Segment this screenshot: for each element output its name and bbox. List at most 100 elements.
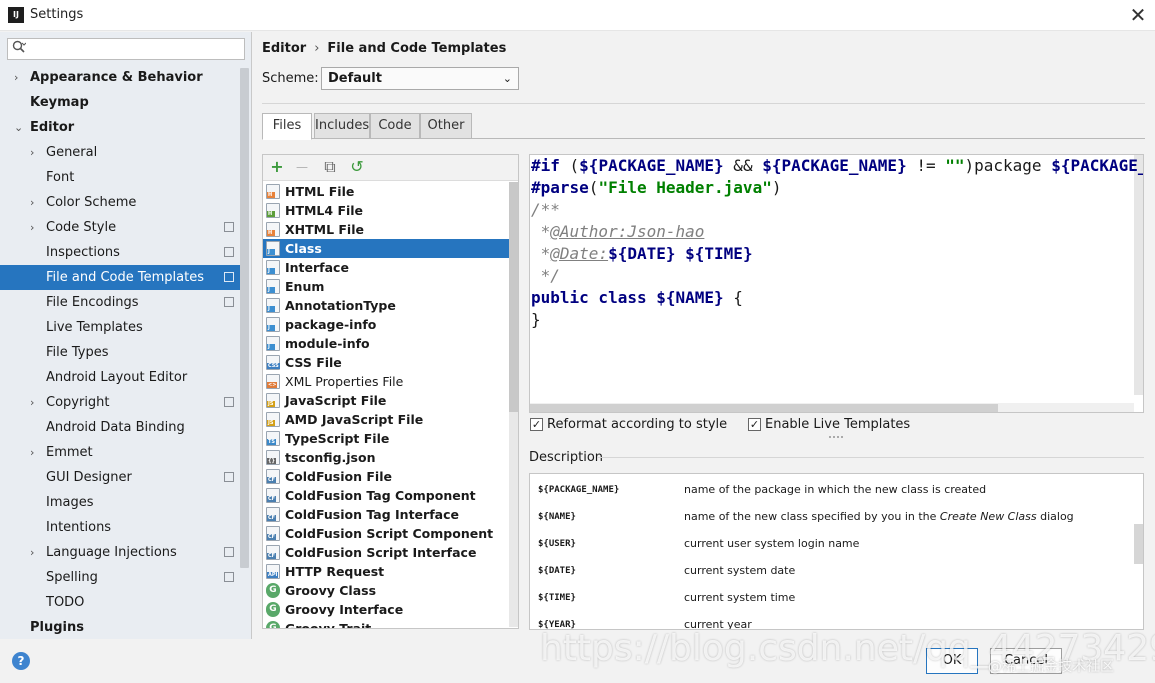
sidebar-item-keymap[interactable]: Keymap [0,90,240,115]
template-item[interactable]: <> XML Properties File [263,372,509,391]
reformat-checkbox[interactable]: ✓ Reformat according to style [530,417,730,433]
search-input[interactable] [7,38,245,60]
chevron-right-icon[interactable]: › [30,540,34,565]
sidebar-item-gui-designer[interactable]: GUI Designer [0,465,240,490]
live-templates-checkbox[interactable]: ✓ Enable Live Templates [748,417,918,433]
sidebar-item-live-templates[interactable]: Live Templates [0,315,240,340]
list-scrollbar[interactable] [509,182,518,627]
sidebar-item-todo[interactable]: TODO [0,590,240,615]
chevron-down-icon[interactable]: ⌄ [14,115,23,140]
template-item[interactable]: J AnnotationType [263,296,509,315]
template-item[interactable]: CF ColdFusion Script Component [263,524,509,543]
chevron-right-icon[interactable]: › [30,140,34,165]
add-icon[interactable]: + [268,158,286,176]
sidebar-item-intentions[interactable]: Intentions [0,515,240,540]
template-item[interactable]: Jpackage-info [263,315,509,334]
code-line[interactable]: #if (${PACKAGE_NAME} && ${PACKAGE_NAME} … [531,155,1143,177]
close-icon[interactable]: ✕ [1124,1,1152,29]
template-item[interactable]: J Enum [263,277,509,296]
scheme-dropdown[interactable]: Default ⌄ [321,67,519,90]
template-item[interactable]: H HTML4 File [263,201,509,220]
sidebar-item-emmet[interactable]: › Emmet [0,440,240,465]
template-code-editor[interactable]: #if (${PACKAGE_NAME} && ${PACKAGE_NAME} … [529,154,1144,413]
file-type-tag: JS [267,420,275,426]
template-item[interactable]: CF ColdFusion Tag Component [263,486,509,505]
project-settings-icon [224,547,234,557]
template-item[interactable]: JS AMD JavaScript File [263,410,509,429]
sidebar-item-color-scheme[interactable]: › Color Scheme [0,190,240,215]
sidebar-item-file-types[interactable]: File Types [0,340,240,365]
template-item[interactable]: CF ColdFusion File [263,467,509,486]
tab-other[interactable]: Other [420,113,472,139]
template-item[interactable]: Jmodule-info [263,334,509,353]
sidebar-item-file-and-code-templates[interactable]: File and Code Templates [0,265,240,290]
checkbox-live-templates-box[interactable]: ✓ [748,418,761,431]
code-line[interactable]: /** [531,199,560,221]
template-name: CSS File [285,355,342,370]
reset-icon[interactable]: ↺ [348,158,366,176]
code-line[interactable]: *@Date:${DATE} ${TIME} [531,243,753,265]
chevron-right-icon[interactable]: › [14,65,18,90]
help-icon[interactable]: ? [12,652,30,670]
project-settings-icon [224,472,234,482]
chevron-right-icon[interactable]: › [30,190,34,215]
sidebar-item-font[interactable]: Font [0,165,240,190]
splitter-grip-icon[interactable] [829,436,843,440]
chevron-right-icon[interactable]: › [30,390,34,415]
template-item[interactable]: G Groovy Trait [263,619,509,628]
sidebar-item-code-style[interactable]: › Code Style [0,215,240,240]
code-line[interactable]: public class ${NAME} { [531,287,743,309]
template-item[interactable]: CF ColdFusion Tag Interface [263,505,509,524]
sidebar-scrollbar[interactable] [240,68,249,568]
ok-button[interactable]: OK [926,648,978,674]
breadcrumb-section[interactable]: Editor [262,41,306,56]
sidebar-item-spelling[interactable]: Spelling [0,565,240,590]
template-name: XHTML File [285,222,364,237]
tab-code[interactable]: Code [370,113,420,139]
editor-hscroll-thumb[interactable] [530,404,998,412]
template-item[interactable]: G Groovy Class [263,581,509,600]
cancel-button[interactable]: Cancel [990,648,1062,674]
sidebar-item-editor[interactable]: ⌄ Editor [0,115,240,140]
sidebar-item-android-layout-editor[interactable]: Android Layout Editor [0,365,240,390]
sidebar-item-appearance-behavior[interactable]: › Appearance & Behavior [0,65,240,90]
template-item[interactable]: JS JavaScript File [263,391,509,410]
code-token: #if [531,156,560,175]
tab-includes[interactable]: Includes [314,113,370,139]
remove-icon[interactable]: — [293,158,311,176]
template-item[interactable]: G Groovy Interface [263,600,509,619]
template-item[interactable]: TS TypeScript File [263,429,509,448]
template-item[interactable]: API HTTP Request [263,562,509,581]
code-line[interactable]: */ [531,265,560,287]
sidebar-item-android-data-binding[interactable]: Android Data Binding [0,415,240,440]
tab-files[interactable]: Files [262,113,312,140]
sidebar-item-copyright[interactable]: › Copyright [0,390,240,415]
project-settings-icon [224,247,234,257]
description-panel: ${PACKAGE_NAME} name of the package in wh… [529,473,1144,630]
code-line[interactable]: } [531,309,541,331]
editor-vertical-scrollbar[interactable] [1134,155,1143,395]
list-scrollbar-thumb[interactable] [509,182,518,412]
sidebar-item-general[interactable]: › General [0,140,240,165]
code-line[interactable]: *@Author:Json-hao [531,221,705,243]
sidebar-item-file-encodings[interactable]: File Encodings [0,290,240,315]
template-item[interactable]: CSS CSS File [263,353,509,372]
sidebar-item-images[interactable]: Images [0,490,240,515]
template-item[interactable]: J Interface [263,258,509,277]
code-line[interactable]: #parse("File Header.java") [531,177,781,199]
editor-horizontal-scrollbar[interactable] [530,403,1134,412]
chevron-right-icon[interactable]: › [30,215,34,240]
description-scrollbar[interactable] [1134,524,1143,564]
template-item[interactable]: H HTML File [263,182,509,201]
sidebar-item-inspections[interactable]: Inspections [0,240,240,265]
chevron-right-icon[interactable]: › [30,440,34,465]
checkbox-reformat-box[interactable]: ✓ [530,418,543,431]
copy-icon[interactable]: ⧉ [321,158,339,176]
template-item[interactable]: J Class [263,239,509,258]
template-item[interactable]: H XHTML File [263,220,509,239]
template-item[interactable]: {} tsconfig.json [263,448,509,467]
sidebar-item-plugins[interactable]: Plugins [0,615,240,639]
code-token: { [723,288,743,307]
template-item[interactable]: CF ColdFusion Script Interface [263,543,509,562]
sidebar-item-language-injections[interactable]: › Language Injections [0,540,240,565]
